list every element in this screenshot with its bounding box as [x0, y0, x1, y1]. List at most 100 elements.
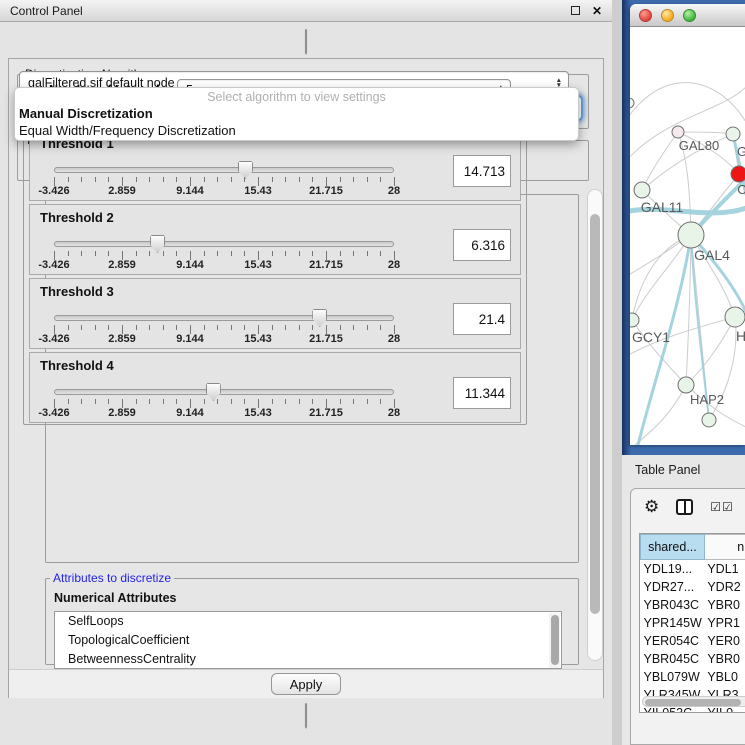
threshold-value-field[interactable]: 11.344 [453, 377, 511, 409]
table-cell[interactable]: YBL0 [704, 668, 745, 686]
network-node[interactable] [678, 222, 704, 248]
tick-label: 15.43 [244, 407, 272, 419]
table-cell[interactable]: YDR27... [641, 578, 705, 596]
columns-icon[interactable] [676, 499, 693, 515]
tick-label: 15.43 [244, 259, 272, 271]
network-node[interactable] [731, 166, 745, 182]
zoom-traffic-icon[interactable] [683, 9, 696, 22]
table-cell[interactable]: YER0 [704, 632, 745, 650]
table-panel-body: ⚙ ☑☑ shared... n... YDL19...YDL1YDR27...… [630, 488, 745, 745]
column-header-name[interactable]: n... [704, 535, 745, 560]
popup-option-manual[interactable]: Manual Discretization [15, 105, 578, 122]
table-cell[interactable]: YBR0 [704, 596, 745, 614]
threshold-slider[interactable] [54, 167, 394, 173]
network-node[interactable] [672, 126, 684, 138]
tick-label: 21.715 [309, 185, 343, 197]
network-canvas[interactable]: GAL80GCGAL11GAL4GCY1HHAP2 [630, 27, 745, 445]
threshold-value-field[interactable]: 21.4 [453, 303, 511, 335]
table-cell[interactable]: YBR0 [704, 650, 745, 668]
tick-label: 15.43 [244, 333, 272, 345]
content-scrollbar[interactable] [587, 189, 603, 661]
tick-label: 28 [388, 185, 400, 197]
apply-button[interactable]: Apply [271, 673, 342, 695]
column-header-shared-name[interactable]: shared... [641, 535, 705, 560]
tick-label: 21.715 [309, 407, 343, 419]
threshold-slider[interactable] [54, 315, 394, 321]
threshold-label: Threshold 2 [40, 210, 114, 225]
attribute-item[interactable]: SelfLoops [55, 612, 561, 631]
threshold-value-field[interactable]: 6.316 [453, 229, 511, 261]
network-node[interactable] [702, 413, 716, 427]
tick-label: 2.859 [108, 333, 136, 345]
checkbox-icons[interactable]: ☑☑ [710, 500, 734, 514]
network-node[interactable] [725, 307, 745, 327]
network-node[interactable] [630, 98, 634, 108]
network-window-titlebar [630, 4, 745, 27]
network-node[interactable] [634, 182, 650, 198]
gear-icon[interactable]: ⚙ [644, 497, 659, 517]
threshold-row: Threshold 3 -3.4262.8599.14415.4321.7152… [29, 278, 521, 349]
bottom-tab-row [0, 703, 612, 728]
table-cell[interactable]: YBR045C [641, 650, 705, 668]
network-node-label: G [737, 144, 745, 159]
tick-label: 21.715 [309, 333, 343, 345]
tick-label: 2.859 [108, 407, 136, 419]
tick-label: 9.144 [176, 407, 204, 419]
tick-label: 2.859 [108, 185, 136, 197]
table-cell[interactable]: YDL19... [641, 560, 705, 578]
network-node-label: GAL11 [641, 199, 684, 215]
numerical-attributes-list: SelfLoopsTopologicalCoefficientBetweenne… [54, 611, 562, 669]
network-node-label: H [736, 328, 745, 344]
table-cell[interactable]: YPR1 [704, 614, 745, 632]
window-title: Control Panel [10, 4, 83, 18]
tick-label: -3.426 [38, 407, 69, 419]
table-row[interactable]: YDL19...YDL1 [641, 560, 745, 578]
minimize-traffic-icon[interactable] [661, 9, 674, 22]
table-cell[interactable]: YBR043C [641, 596, 705, 614]
table-row[interactable]: YDR27...YDR2 [641, 578, 745, 596]
tick-label: -3.426 [38, 259, 69, 271]
table-horizontal-scrollbar[interactable] [642, 696, 745, 707]
network-view-frame: GAL80GCGAL11GAL4GCY1HHAP2 [622, 0, 745, 455]
network-node-label: GCY1 [632, 329, 670, 345]
network-node[interactable] [678, 377, 694, 393]
close-traffic-icon[interactable] [639, 9, 652, 22]
algorithm-prompt: Select algorithm to view settings [15, 88, 578, 105]
algorithm-dropdown-popup: Select algorithm to view settings Manual… [14, 87, 579, 141]
network-node-label: GAL4 [694, 247, 730, 263]
table-header-row: shared... n... [641, 535, 745, 560]
threshold-slider[interactable] [54, 389, 394, 395]
close-icon[interactable]: ✕ [592, 4, 602, 18]
attributes-scrollbar[interactable] [549, 613, 560, 669]
popup-option-equal-width[interactable]: Equal Width/Frequency Discretization [15, 122, 578, 139]
numerical-attributes-label: Numerical Attributes [54, 591, 176, 605]
threshold-slider[interactable] [54, 241, 394, 247]
table-row[interactable]: YBR043CYBR0 [641, 596, 745, 614]
network-node[interactable] [726, 127, 740, 141]
panel-divider[interactable] [612, 0, 622, 745]
network-node[interactable] [630, 313, 639, 327]
table-row[interactable]: YBL079WYBL0 [641, 668, 745, 686]
table-cell[interactable]: YBL079W [641, 668, 705, 686]
tick-label: 15.43 [244, 185, 272, 197]
table-cell[interactable]: YDL1 [704, 560, 745, 578]
tick-label: 9.144 [176, 259, 204, 271]
bottom-tabbar [305, 703, 307, 728]
table-cell[interactable]: YER054C [641, 632, 705, 650]
float-window-icon[interactable] [571, 6, 580, 15]
table-row[interactable]: YBR045CYBR0 [641, 650, 745, 668]
node-attribute-table: shared... n... YDL19...YDL1YDR27...YDR2Y… [639, 533, 745, 713]
table-row[interactable]: YPR145WYPR1 [641, 614, 745, 632]
table-row[interactable]: YER054CYER0 [641, 632, 745, 650]
tick-label: 28 [388, 333, 400, 345]
tick-label: 21.715 [309, 259, 343, 271]
top-tab-row [0, 29, 612, 54]
threshold-value-field[interactable]: 14.713 [453, 155, 511, 187]
control-panel-window: Control Panel ✕ Discretization Algorithm… [0, 0, 612, 745]
cyni-content-panel: Discretization Algorithm Select algorith… [8, 58, 604, 698]
table-cell[interactable]: YDR2 [704, 578, 745, 596]
table-cell[interactable]: YPR145W [641, 614, 705, 632]
attribute-item[interactable]: BetweennessCentrality [55, 650, 561, 669]
attribute-item[interactable]: TopologicalCoefficient [55, 631, 561, 650]
network-window: GAL80GCGAL11GAL4GCY1HHAP2 [630, 4, 745, 445]
